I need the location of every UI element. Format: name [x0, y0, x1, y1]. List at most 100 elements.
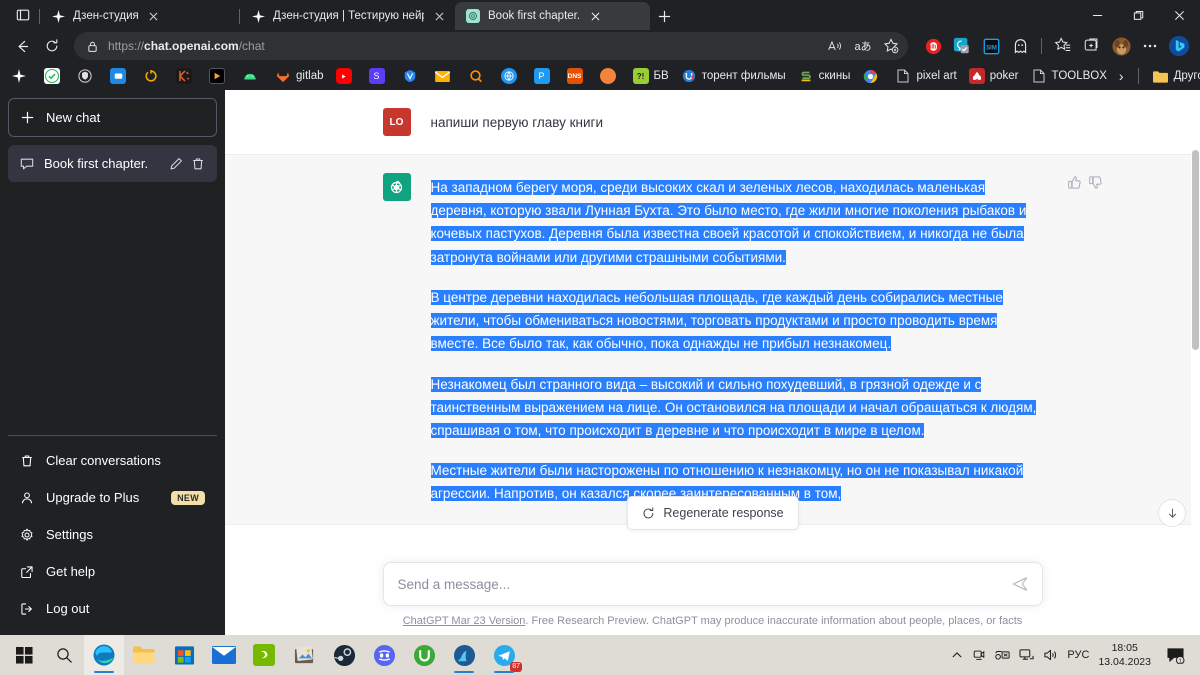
bookmark-item[interactable] [595, 65, 626, 87]
settings-more-icon[interactable] [1137, 33, 1163, 59]
webcam-icon[interactable] [972, 648, 986, 662]
close-icon[interactable] [431, 8, 447, 24]
trash-icon [20, 454, 34, 468]
sidebar-item-upgrade-to-plus[interactable]: Upgrade to Plus NEW [8, 479, 217, 516]
tab-search-button[interactable] [6, 0, 40, 30]
bookmark-item[interactable]: gitlab [270, 65, 329, 87]
bookmark-item[interactable]: pixel art [890, 65, 961, 87]
scroll-to-bottom-button[interactable] [1158, 499, 1186, 527]
taskbar-app-nvidia[interactable] [244, 635, 284, 675]
translate-icon[interactable]: аあ [850, 33, 876, 59]
regenerate-response-button[interactable]: Regenerate response [626, 496, 799, 530]
network-icon[interactable] [1019, 648, 1034, 662]
lock-icon[interactable] [86, 40, 99, 53]
search-icon[interactable] [44, 635, 84, 675]
bookmark-item[interactable]: P [529, 65, 560, 87]
scrollbar-thumb[interactable] [1192, 150, 1199, 350]
bookmark-item[interactable] [237, 65, 268, 87]
reload-icon[interactable] [38, 32, 66, 60]
new-chat-button[interactable]: New chat [8, 98, 217, 137]
bookmark-item[interactable] [6, 65, 37, 87]
send-icon[interactable] [1012, 576, 1028, 592]
sim-extension-icon[interactable]: SIM [978, 33, 1004, 59]
bookmark-item[interactable] [496, 65, 527, 87]
bookmarks-overflow-button[interactable]: › [1114, 65, 1129, 87]
taskbar-app-file-explorer[interactable] [124, 635, 164, 675]
volume-icon[interactable] [1043, 648, 1058, 662]
bookmark-item[interactable]: TOOLBOX [1026, 65, 1112, 87]
taskbar-app-ammyy[interactable] [444, 635, 484, 675]
taskbar-app-discord[interactable] [364, 635, 404, 675]
vpn-extension-icon[interactable] [949, 33, 975, 59]
bookmark-item[interactable]: скины [793, 65, 856, 87]
adblock-icon[interactable] [920, 33, 946, 59]
show-hidden-icons-icon[interactable] [951, 649, 963, 661]
bookmark-item[interactable] [171, 65, 202, 87]
bing-copilot-icon[interactable] [1166, 33, 1192, 59]
clock[interactable]: 18:05 13.04.2023 [1098, 641, 1151, 669]
collections-icon[interactable] [1079, 33, 1105, 59]
sidebar-item-log-out[interactable]: Log out [8, 590, 217, 627]
windows-start-icon[interactable] [4, 635, 44, 675]
bookmark-item[interactable] [138, 65, 169, 87]
taskbar-app-steam[interactable] [324, 635, 364, 675]
trash-icon[interactable] [191, 157, 205, 171]
back-arrow-icon[interactable] [8, 32, 36, 60]
browser-tab[interactable]: Дзен-студия [39, 2, 240, 30]
thumbs-down-icon[interactable] [1088, 175, 1103, 190]
taskbar-app-telegram[interactable]: 87 [484, 635, 524, 675]
bookmark-item[interactable]: S [364, 65, 395, 87]
minimize-button[interactable] [1077, 0, 1118, 30]
other-favorites-button[interactable]: Другое избранное [1148, 65, 1200, 87]
ghost-extension-icon[interactable] [1007, 33, 1033, 59]
close-window-button[interactable] [1159, 0, 1200, 30]
browser-tab[interactable]: Дзен-студия | Тестирую нейрос [239, 2, 455, 30]
other-favorites-label: Другое избранное [1173, 70, 1200, 82]
maximize-restore-button[interactable] [1118, 0, 1159, 30]
add-favorite-icon[interactable] [878, 33, 904, 59]
message-input-box[interactable]: Send a message... [382, 562, 1043, 606]
thumbs-up-icon[interactable] [1067, 175, 1082, 190]
pencil-icon[interactable] [169, 157, 183, 171]
close-icon[interactable] [587, 8, 603, 24]
bookmark-item[interactable] [331, 65, 362, 87]
bookmark-item[interactable]: poker [964, 65, 1024, 87]
bookmark-item[interactable] [430, 65, 461, 87]
notification-icon[interactable]: 1 [1160, 635, 1190, 675]
bookmark-item[interactable] [105, 65, 136, 87]
message-inner: LO напиши первую главу книги [382, 108, 1043, 136]
shield-icon [77, 68, 93, 84]
profile-avatar[interactable] [1108, 33, 1134, 59]
bookmark-item[interactable] [72, 65, 103, 87]
taskbar-app-microsoft-store[interactable] [164, 635, 204, 675]
conversation-item-active[interactable]: Book first chapter. [8, 145, 217, 182]
message-input-placeholder[interactable]: Send a message... [398, 577, 1012, 592]
bookmark-item[interactable]: торент фильмы [676, 65, 791, 87]
taskbar-app-edge[interactable] [84, 635, 124, 675]
new-tab-button[interactable] [650, 2, 678, 30]
bookmark-item[interactable] [857, 65, 888, 87]
taskbar-app-mail[interactable] [204, 635, 244, 675]
clock-time: 18:05 [1111, 641, 1138, 654]
close-icon[interactable] [146, 8, 162, 24]
language-indicator[interactable]: РУС [1067, 649, 1089, 661]
read-aloud-icon[interactable] [822, 33, 848, 59]
address-bar[interactable]: https://chat.openai.com/chat аあ [74, 32, 908, 60]
bookmark-item[interactable] [463, 65, 494, 87]
version-link[interactable]: ChatGPT Mar 23 Version [403, 615, 526, 627]
page-scrollbar[interactable] [1191, 90, 1200, 635]
taskbar-app-utorrent[interactable] [404, 635, 444, 675]
bookmark-item[interactable]: ?! БВ [628, 65, 674, 87]
browser-window: Дзен-студия Дзен-студия | Тестирую нейро… [0, 0, 1200, 635]
sidebar-item-get-help[interactable]: Get help [8, 553, 217, 590]
favorites-icon[interactable] [1050, 33, 1076, 59]
keyboard-icon[interactable] [995, 649, 1011, 661]
sidebar-item-settings[interactable]: Settings [8, 516, 217, 553]
bookmark-item[interactable]: DNS [562, 65, 593, 87]
taskbar-app-photo-viewer[interactable] [284, 635, 324, 675]
bookmark-item[interactable] [204, 65, 235, 87]
browser-tab-active[interactable]: Book first chapter. [455, 2, 650, 30]
bookmark-item[interactable] [397, 65, 428, 87]
sidebar-item-clear-conversations[interactable]: Clear conversations [8, 442, 217, 479]
bookmark-item[interactable] [39, 65, 70, 87]
